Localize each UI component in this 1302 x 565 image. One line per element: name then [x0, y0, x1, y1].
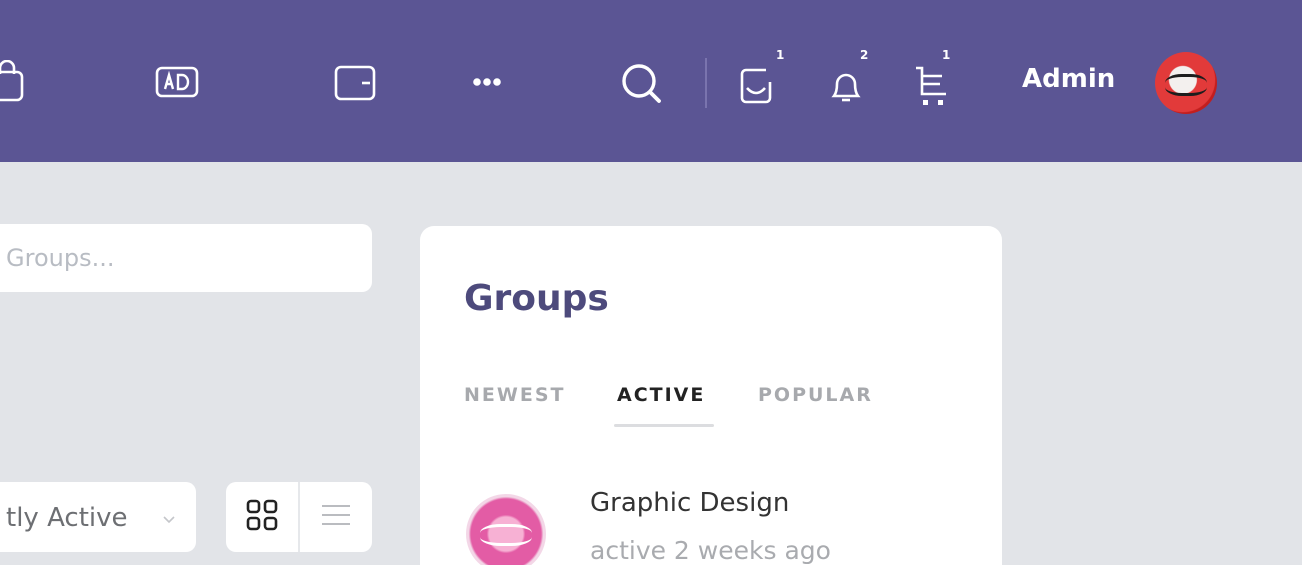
ad-icon[interactable]: [154, 64, 200, 100]
list-item[interactable]: Graphic Design active 2 weeks ago: [464, 486, 964, 565]
cart-icon[interactable]: [912, 62, 952, 110]
notifications-badge: 2: [860, 48, 869, 62]
list-view-icon: [320, 503, 352, 531]
wallet-icon[interactable]: [332, 62, 378, 104]
groups-search-input[interactable]: [6, 238, 346, 278]
group-avatar[interactable]: [466, 494, 546, 565]
search-icon[interactable]: [618, 60, 666, 108]
grid-view-button[interactable]: [240, 496, 284, 538]
cart-badge: 1: [942, 48, 951, 62]
chevron-down-icon: [162, 510, 176, 529]
order-by-select[interactable]: tly Active: [0, 482, 196, 552]
list-view-button[interactable]: [314, 496, 358, 538]
group-last-active: active 2 weeks ago: [590, 536, 831, 565]
groups-widget-title: Groups: [464, 278, 609, 319]
messages-icon[interactable]: [738, 64, 780, 108]
tab-active[interactable]: ACTIVE: [617, 384, 705, 406]
tab-popular[interactable]: POPULAR: [758, 384, 873, 406]
groups-widget: Groups NEWEST ACTIVE POPULAR Graphic Des…: [420, 226, 1002, 565]
user-name[interactable]: Admin: [1022, 64, 1115, 94]
group-name[interactable]: Graphic Design: [590, 488, 789, 518]
more-icon[interactable]: [472, 72, 502, 92]
bell-icon[interactable]: [826, 64, 866, 108]
top-navigation-bar: 1 2 1 Admin: [0, 0, 1302, 162]
view-toggle-divider: [298, 482, 300, 552]
order-by-value: tly Active: [6, 503, 128, 533]
header-divider: [705, 58, 707, 108]
active-tab-indicator: [614, 424, 714, 427]
tab-newest[interactable]: NEWEST: [464, 384, 565, 406]
view-toggle: [226, 482, 372, 552]
groups-search-box: [0, 224, 372, 292]
shopping-bag-icon[interactable]: [0, 60, 28, 104]
avatar[interactable]: [1155, 52, 1217, 114]
messages-badge: 1: [776, 48, 785, 62]
grid-view-icon: [246, 499, 278, 535]
